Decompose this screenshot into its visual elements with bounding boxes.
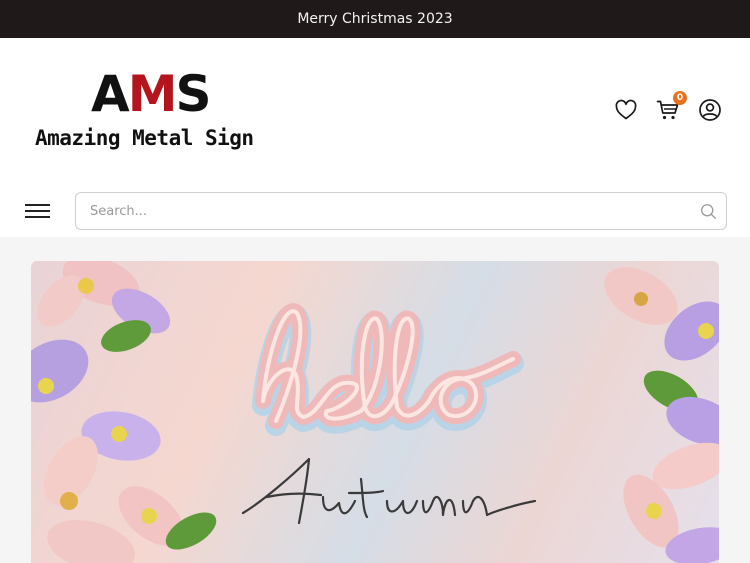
- search-input[interactable]: [90, 193, 680, 229]
- wishlist-button[interactable]: [614, 98, 638, 122]
- logo-mark: AMS: [91, 65, 211, 123]
- site-logo[interactable]: AMS Amazing Metal Sign: [35, 66, 285, 161]
- hamburger-icon: [25, 204, 50, 206]
- cart-button[interactable]: 0: [656, 91, 687, 122]
- banner-image: [31, 261, 719, 563]
- cart-count-badge: 0: [673, 91, 687, 105]
- header-actions: 0: [614, 91, 722, 122]
- logo-brand-name: Amazing Metal Sign: [35, 126, 254, 150]
- site-header: AMS Amazing Metal Sign 0: [0, 38, 750, 237]
- hero-banner[interactable]: [31, 261, 719, 563]
- announcement-text: Merry Christmas 2023: [297, 11, 453, 27]
- hello-lettering: [252, 303, 524, 436]
- flower-decoration-left: [31, 261, 217, 563]
- heart-icon: [615, 99, 637, 120]
- search-icon[interactable]: [700, 203, 717, 220]
- search-bar: [75, 192, 727, 230]
- flower-decoration-right: [604, 267, 719, 563]
- account-button[interactable]: [698, 98, 722, 122]
- user-icon: [699, 99, 721, 121]
- menu-button[interactable]: [25, 202, 51, 220]
- announcement-bar: Merry Christmas 2023: [0, 0, 750, 38]
- autumn-lettering: [241, 457, 537, 525]
